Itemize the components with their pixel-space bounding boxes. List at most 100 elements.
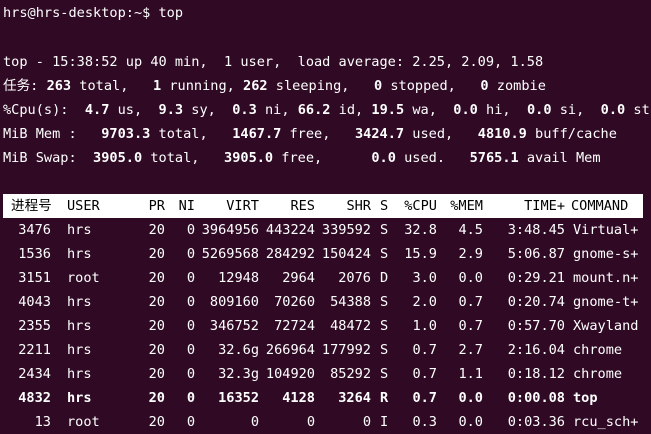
cpu-ni: 0.3 [232, 102, 257, 118]
cell-mem: 2.9 [458, 246, 483, 262]
cpu-si-text: si, [551, 102, 585, 118]
cell-res: 443224 [265, 222, 315, 238]
cell-time: 0:00.08 [507, 390, 565, 406]
table-row: 2434 hrs 20 0 32.3g 104920 85292 S 0.7 1.1 0:18.12… [3, 362, 643, 386]
table-row: 2355 hrs 20 0 346752 72724 48472 S 1.0 0.7 0:57.70… [3, 314, 643, 338]
cell-pr: 20 [148, 222, 165, 238]
cell-shr: 54388 [330, 294, 371, 310]
tasks-zombie: 0 [480, 78, 489, 94]
col-header-virt: VIRT [226, 198, 259, 214]
cell-cpu: 0.7 [412, 366, 437, 382]
cell-pid: 3151 [18, 270, 51, 286]
cell-mem: 4.5 [458, 222, 483, 238]
mem-used: 3424.7 [354, 126, 405, 142]
cell-ni: 0 [186, 390, 195, 406]
cell-res: 284292 [265, 246, 315, 262]
cell-ni: 0 [186, 414, 195, 430]
cell-pid: 3476 [18, 222, 51, 238]
swap-total-text: total, [142, 150, 200, 166]
cell-pid: 1536 [18, 246, 51, 262]
cell-ni: 0 [186, 294, 195, 310]
cell-cpu: 3.0 [412, 270, 437, 286]
cell-res: 266964 [265, 342, 315, 358]
col-header-shr: SHR [346, 198, 371, 214]
col-header-res: RES [290, 198, 315, 214]
col-header-pr: PR [148, 198, 165, 214]
cell-pr: 20 [148, 270, 165, 286]
cell-ni: 0 [186, 342, 195, 358]
cpu-sy: 9.3 [158, 102, 184, 118]
cell-command: gnome-s+ [573, 246, 639, 262]
cell-time: 0:57.70 [507, 318, 565, 334]
cell-cpu: 32.8 [404, 222, 437, 238]
swap-avail-text: avail Mem [518, 150, 601, 166]
cell-s: S [380, 246, 389, 262]
cell-pid: 4043 [18, 294, 51, 310]
cell-s: S [380, 342, 389, 358]
tasks-zombie-text: zombie [488, 78, 546, 94]
col-header-ni: NI [178, 198, 195, 214]
table-row: 2211 hrs 20 0 32.6g 266964 177992 S 0.7 2.7 2:16.0… [3, 338, 643, 362]
cell-pid: 2355 [18, 318, 51, 334]
cell-ni: 0 [186, 366, 195, 382]
cell-pid: 2434 [18, 366, 51, 382]
tasks-total: 263 [46, 78, 72, 94]
cell-time: 2:16.04 [507, 342, 565, 358]
cell-time: 0:20.74 [507, 294, 565, 310]
mem-used-text: used, [404, 126, 454, 142]
cell-command: chrome [573, 342, 623, 358]
cpu-si: 0.0 [526, 102, 552, 118]
shell-prompt: hrs@hrs-desktop:~$ top [3, 5, 184, 21]
swap-line: MiB Swap: 3905.0 total, 3905.0 free, 0.0… [3, 147, 601, 169]
swap-free: 3905.0 [224, 150, 274, 166]
mem-free: 1467.7 [232, 126, 282, 142]
cell-pr: 20 [148, 366, 165, 382]
cell-ni: 0 [186, 246, 195, 262]
cell-time: 3:48.45 [507, 222, 565, 238]
swap-label: MiB Swap: [3, 150, 77, 166]
cell-user: hrs [67, 318, 92, 334]
cell-command: rcu_sch+ [573, 414, 639, 430]
tasks-stopped: 0 [374, 78, 383, 94]
tasks-running-text: running, [161, 78, 235, 94]
cell-mem: 0.0 [458, 390, 483, 406]
terminal-window[interactable]: hrs@hrs-desktop:~$ top top - 15:38:52 up… [0, 0, 651, 433]
cell-pr: 20 [148, 414, 165, 430]
mem-total: 9703.3 [101, 126, 151, 142]
process-table-header: 进程号 USER PR NI VIRT RES SHR S %CPU %MEM … [3, 194, 643, 218]
cpu-id-text: id, [330, 102, 364, 118]
tasks-stopped-text: stopped, [382, 78, 456, 94]
cell-shr: 150424 [321, 246, 371, 262]
cell-cpu: 15.9 [404, 246, 437, 262]
cell-res: 4128 [282, 390, 315, 406]
cell-pid: 13 [34, 414, 51, 430]
table-row: 1536 hrs 20 0 5269568 284292 150424 S 15.9 2.9 5:0… [3, 242, 643, 266]
swap-used-text: used. [395, 150, 446, 166]
cell-user: hrs [67, 294, 92, 310]
cell-res: 0 [306, 414, 315, 430]
col-header-user: USER [67, 198, 100, 214]
cell-cpu: 0.3 [412, 414, 437, 430]
mem-line: MiB Mem : 9703.3 total, 1467.7 free, 342… [3, 123, 617, 145]
cell-shr: 3264 [338, 390, 371, 406]
cell-mem: 0.7 [458, 318, 483, 334]
tasks-line: 任务: 263 total, 1 running, 262 sleeping, … [3, 75, 546, 97]
cell-cpu: 0.7 [412, 390, 437, 406]
mem-label: MiB Mem : [3, 126, 77, 142]
col-header-command: COMMAND [571, 198, 629, 214]
col-header-state: S [380, 198, 389, 214]
cell-ni: 0 [186, 270, 195, 286]
cell-user: hrs [67, 342, 92, 358]
cell-res: 2964 [282, 270, 315, 286]
cell-user: root [67, 414, 100, 430]
cell-res: 72724 [274, 318, 315, 334]
swap-avail: 5765.1 [469, 150, 519, 166]
tasks-total-text: total, [71, 78, 129, 94]
cell-virt: 809160 [209, 294, 259, 310]
cpu-us: 4.7 [84, 102, 110, 118]
cell-virt: 32.6g [218, 342, 259, 358]
cell-virt: 0 [250, 414, 259, 430]
cell-time: 0:29.21 [507, 270, 565, 286]
cell-pr: 20 [148, 294, 165, 310]
cpu-hi: 0.0 [453, 102, 478, 118]
